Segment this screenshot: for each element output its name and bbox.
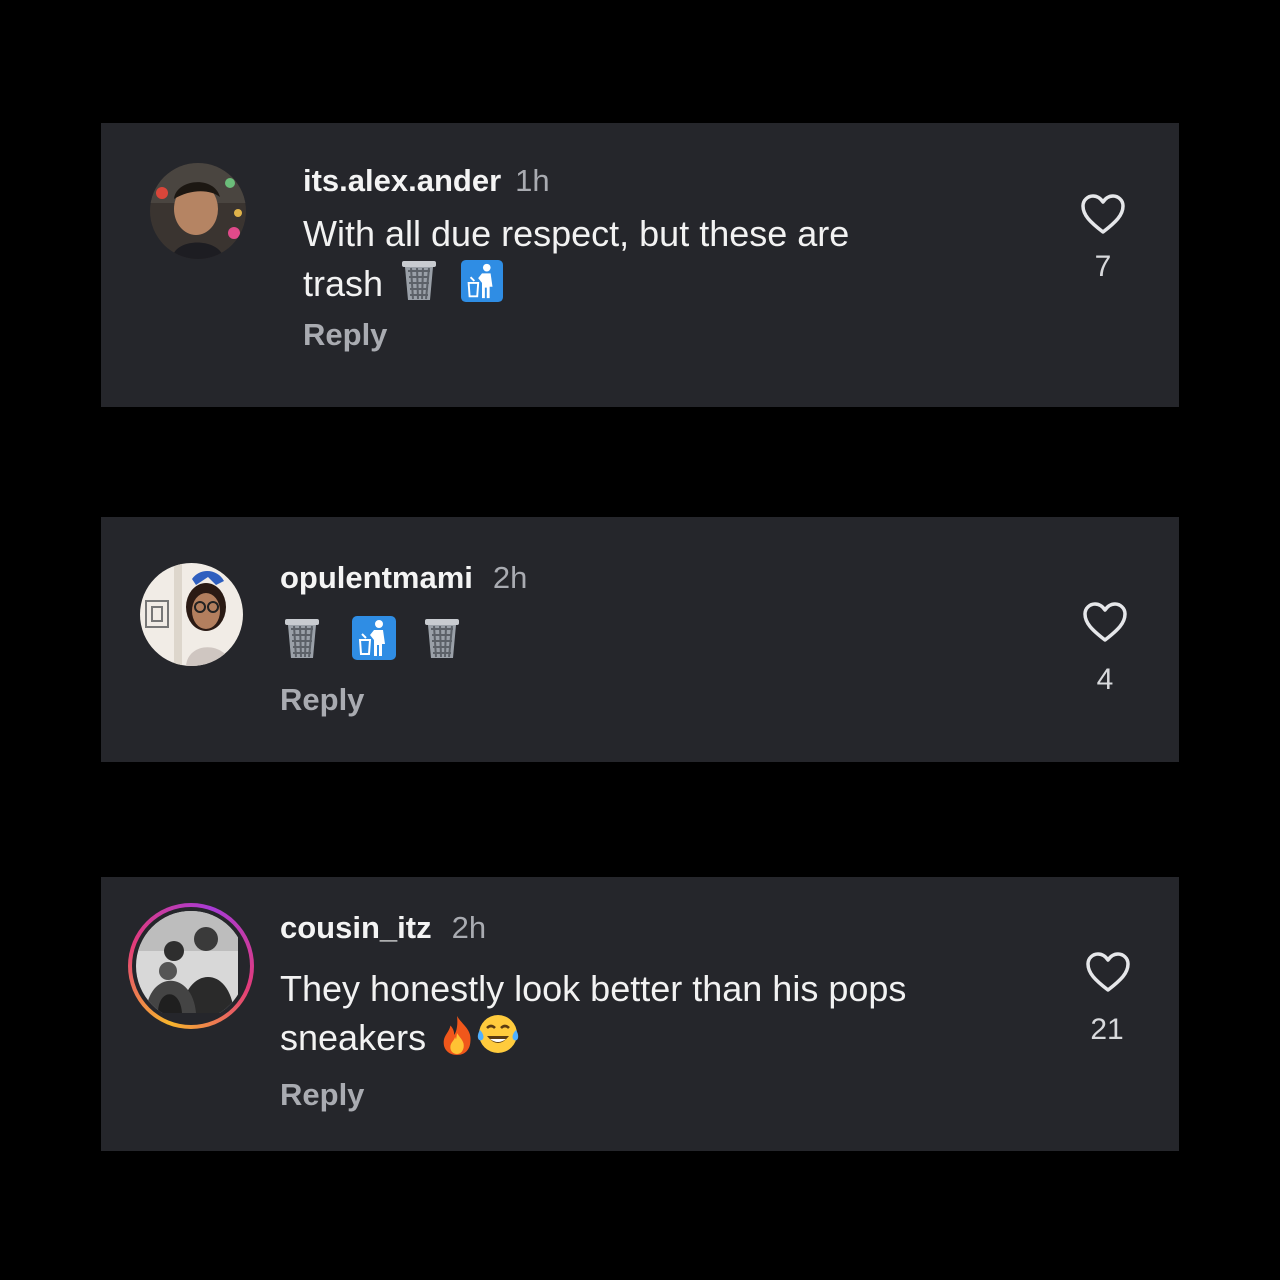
comment-card: cousin_itz 2h They honestly look better t…: [101, 877, 1179, 1151]
username[interactable]: cousin_itz 2h: [280, 910, 486, 946]
comment-text-body: They honestly look better than his pops …: [280, 968, 907, 1058]
fire-emoji: [438, 1014, 476, 1056]
litter-emoji: [352, 616, 396, 660]
username-text[interactable]: its.alex.ander: [303, 163, 501, 198]
wastebasket-emoji: [422, 616, 462, 660]
comment-card: its.alex.ander 1h With all due respect, b…: [101, 123, 1179, 407]
timestamp: 2h: [451, 910, 487, 945]
reply-button[interactable]: Reply: [280, 1077, 364, 1113]
avatar-story-ring[interactable]: [128, 903, 254, 1029]
reply-button[interactable]: Reply: [280, 682, 364, 718]
comment-text-body: With all due respect, but these are tras…: [303, 213, 850, 304]
comment-text: [280, 616, 468, 666]
timestamp: 2h: [492, 560, 528, 595]
heart-outline-icon[interactable]: [1082, 601, 1128, 643]
username-text[interactable]: cousin_itz: [280, 910, 432, 945]
username[interactable]: opulentmami 2h: [280, 560, 527, 596]
heart-outline-icon[interactable]: [1085, 951, 1131, 993]
like-count: 4: [1096, 663, 1114, 696]
wastebasket-emoji: [282, 616, 322, 660]
litter-emoji: [461, 260, 503, 302]
like-count: 7: [1094, 250, 1112, 283]
username[interactable]: its.alex.ander 1h: [303, 163, 550, 199]
comment-text: With all due respect, but these are tras…: [303, 210, 923, 308]
comment-text: They honestly look better than his pops …: [280, 966, 1000, 1061]
comment-card: opulentmami 2h Reply 4: [101, 517, 1179, 762]
username-text[interactable]: opulentmami: [280, 560, 473, 595]
like-count: 21: [1090, 1013, 1124, 1046]
heart-outline-icon[interactable]: [1080, 193, 1126, 235]
avatar[interactable]: [150, 163, 246, 259]
wastebasket-emoji: [399, 258, 439, 302]
avatar[interactable]: [136, 911, 246, 1021]
timestamp: 1h: [515, 163, 550, 198]
avatar[interactable]: [140, 563, 243, 666]
tears-of-joy-emoji: [476, 1012, 520, 1056]
reply-button[interactable]: Reply: [303, 317, 387, 353]
